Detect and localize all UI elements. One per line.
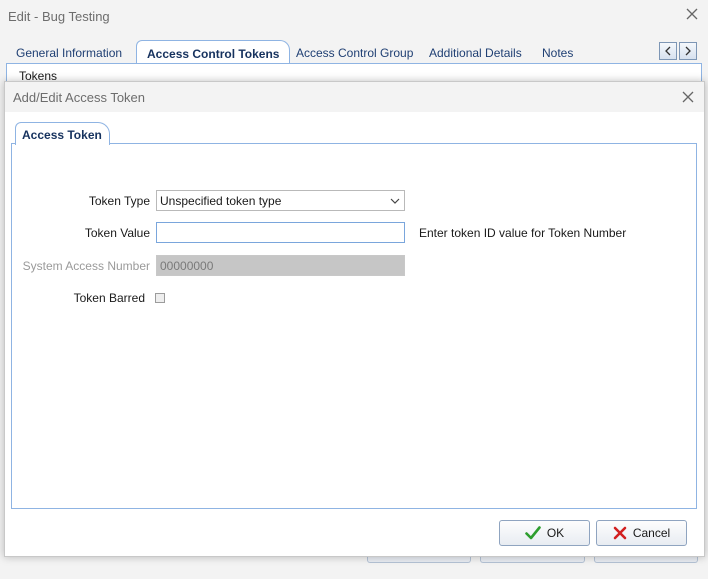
ok-button[interactable]: OK xyxy=(499,520,590,546)
token-type-select[interactable]: Unspecified token type xyxy=(156,190,405,211)
cancel-button-label: Cancel xyxy=(632,526,671,540)
add-edit-access-token-dialog: Add/Edit Access Token Access Token Token… xyxy=(4,81,705,557)
outer-tab-bar: General Information Access Control Token… xyxy=(0,32,708,64)
tab-additional-details[interactable]: Additional Details xyxy=(429,46,522,60)
tab-access-control-tokens[interactable]: Access Control Tokens xyxy=(136,40,291,64)
token-type-label: Token Type xyxy=(88,194,150,208)
token-value-label: Token Value xyxy=(84,226,150,240)
dialog-title: Add/Edit Access Token xyxy=(13,90,146,105)
background-button xyxy=(480,557,585,563)
cancel-button[interactable]: Cancel xyxy=(596,520,687,546)
access-token-panel: Token Type Unspecified token type Token … xyxy=(11,143,697,509)
token-barred-checkbox[interactable] xyxy=(155,293,165,303)
background-button xyxy=(594,557,698,563)
tab-scroll-left-button[interactable] xyxy=(659,42,677,60)
chevron-right-icon xyxy=(685,46,691,56)
tab-access-token[interactable]: Access Token xyxy=(15,122,110,145)
system-access-number-label: System Access Number xyxy=(22,259,150,273)
tab-scroll-right-button[interactable] xyxy=(679,42,697,60)
tab-general-information[interactable]: General Information xyxy=(16,46,122,60)
token-value-hint: Enter token ID value for Token Number xyxy=(419,226,627,240)
dialog-title-bar: Add/Edit Access Token xyxy=(5,82,704,112)
checkmark-icon xyxy=(525,526,541,540)
cancel-x-icon xyxy=(613,526,627,540)
chevron-down-icon xyxy=(390,198,400,204)
ok-button-label: OK xyxy=(546,526,565,540)
chevron-left-icon xyxy=(665,46,671,56)
window-close-icon[interactable] xyxy=(684,6,700,22)
tab-access-control-group[interactable]: Access Control Group xyxy=(296,46,413,60)
system-access-number-field: 00000000 xyxy=(156,255,405,276)
outer-title-bar: Edit - Bug Testing xyxy=(0,0,708,32)
token-barred-label: Token Barred xyxy=(73,291,145,305)
window-title: Edit - Bug Testing xyxy=(8,9,110,24)
token-value-input[interactable] xyxy=(156,222,405,243)
token-type-value: Unspecified token type xyxy=(160,194,282,208)
dialog-close-icon[interactable] xyxy=(680,89,696,105)
tab-notes[interactable]: Notes xyxy=(542,46,573,60)
background-button xyxy=(367,557,471,563)
